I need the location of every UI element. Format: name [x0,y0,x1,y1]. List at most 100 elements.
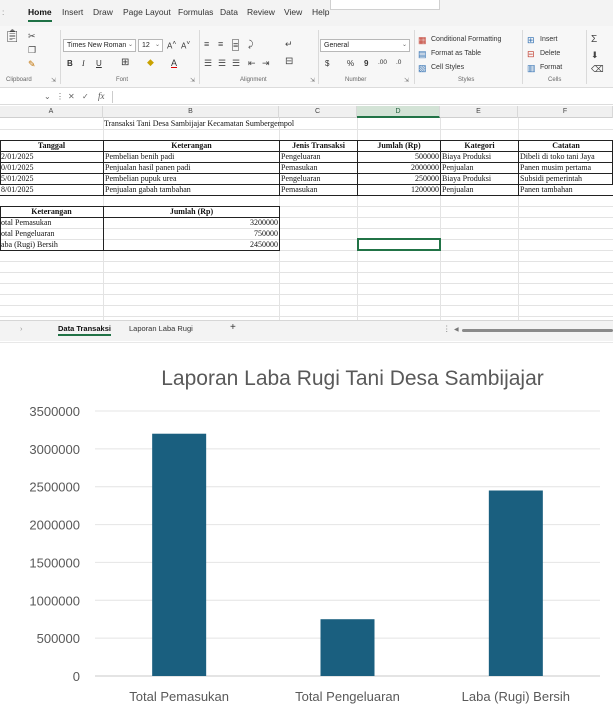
tab-home[interactable]: Home [28,7,52,22]
increase-indent-icon[interactable]: ⇥ [262,58,270,68]
more-options-icon[interactable]: ⋮ [443,324,451,333]
clipboard-launcher-icon[interactable]: ⇲ [51,77,56,84]
wrap-text-icon[interactable]: ↵ [285,39,293,49]
table-cell[interactable]: Pengeluaran [281,151,356,162]
summary-cell[interactable]: aba (Rugi) Bersih [1,239,102,250]
format-cells-button[interactable]: Format [540,64,562,71]
table-cell[interactable]: Penjualan [442,162,517,173]
column-header-b[interactable]: B [103,106,279,118]
active-cell-selection[interactable] [357,238,441,251]
table-cell[interactable]: Pembelian pupuk urea [105,173,278,184]
table-cell[interactable]: Penjualan [442,184,517,195]
conditional-formatting-button[interactable]: Conditional Formatting [431,36,501,43]
name-box-chevron-icon[interactable]: ⌄ [44,92,51,101]
add-sheet-button[interactable]: + [230,322,236,333]
delete-cells-button[interactable]: Delete [540,50,560,57]
summary-cell[interactable]: otal Pemasukan [1,217,102,228]
table-cell[interactable]: Panen tambahan [520,184,613,195]
overflow-icon[interactable]: : [2,7,4,17]
align-middle-icon[interactable]: ≡ [218,39,223,49]
cut-icon[interactable]: ✂ [28,31,36,41]
number-format-select[interactable]: General ⌄ [320,39,410,52]
tab-review[interactable]: Review [247,7,275,17]
table-cell[interactable]: Pembelian benih padi [105,151,278,162]
table-cell[interactable]: 1200000 [358,184,440,195]
tab-draw[interactable]: Draw [93,7,113,17]
table-cell[interactable]: Biaya Produksi [442,151,517,162]
decrease-font-icon[interactable]: A˅ [181,40,190,51]
paste-icon[interactable]: 📋︎ [4,29,21,42]
tab-insert[interactable]: Insert [62,7,83,17]
column-header-f[interactable]: F [518,106,613,118]
table-cell[interactable]: Subsidi pemerintah [520,173,613,184]
fill-icon[interactable]: ⬇ [591,50,599,60]
number-launcher-icon[interactable]: ⇲ [404,77,409,84]
summary-cell[interactable]: 3200000 [104,217,279,228]
enter-icon[interactable]: ✓ [82,92,89,101]
table-header-cell[interactable]: Keterangan [104,140,279,151]
align-left-icon[interactable]: ☰ [204,58,212,68]
title-search-box[interactable] [330,0,440,10]
table-cell[interactable]: 2000000 [358,162,440,173]
decrease-decimal-icon[interactable]: .0 [396,59,401,66]
horizontal-scrollbar[interactable] [462,329,613,332]
tab-help[interactable]: Help [312,7,329,17]
sheet-tab-data-transaksi[interactable]: Data Transaksi [58,324,111,336]
table-cell[interactable]: 5/01/2025 [1,173,102,184]
insert-cells-button[interactable]: Insert [540,36,558,43]
summary-header-cell[interactable]: Keterangan [0,206,103,217]
column-header-c[interactable]: C [279,106,357,118]
autosum-icon[interactable]: Σ [591,35,597,45]
table-header-cell[interactable]: Jumlah (Rp) [358,140,440,151]
align-bottom-icon[interactable]: ≡ [232,39,240,51]
table-cell[interactable]: Biaya Produksi [442,173,517,184]
align-center-icon[interactable]: ☰ [218,58,226,68]
underline-icon[interactable]: U [96,59,102,68]
insert-function-icon[interactable]: fx [98,91,105,101]
font-color-icon[interactable]: A [171,58,177,68]
table-cell[interactable]: Panen musim pertama [520,162,613,173]
orientation-icon[interactable]: ⤸ [248,39,253,49]
table-header-cell[interactable]: Catatan [519,140,613,151]
cell-styles-button[interactable]: Cell Styles [431,64,464,71]
scroll-tabs-left-icon[interactable]: › [20,324,23,333]
percent-icon[interactable]: % [347,59,354,68]
comma-style-icon[interactable]: 9 [364,59,368,68]
column-header-e[interactable]: E [440,106,518,118]
increase-font-icon[interactable]: A˄ [167,40,176,51]
decrease-indent-icon[interactable]: ⇤ [248,58,256,68]
borders-icon[interactable]: ⊞ [121,57,129,68]
clear-icon[interactable]: ⌫ [591,64,604,74]
table-cell[interactable]: 2/01/2025 [1,151,102,162]
summary-cell[interactable]: 750000 [104,228,279,239]
table-header-cell[interactable]: Kategori [441,140,518,151]
table-cell[interactable]: Pengeluaran [281,173,356,184]
table-header-cell[interactable]: Tanggal [0,140,103,151]
copy-icon[interactable]: ❐ [28,45,36,55]
fill-color-icon[interactable]: ◆ [147,57,154,68]
column-header-d[interactable]: D [357,106,440,118]
align-top-icon[interactable]: ≡ [204,39,209,49]
currency-icon[interactable]: $ [325,59,329,68]
scroll-left-icon[interactable]: ◀ [454,326,459,333]
cancel-icon[interactable]: ✕ [68,92,75,101]
more-options-icon[interactable]: ⋮ [56,92,64,101]
format-painter-icon[interactable]: ✎ [28,59,36,69]
format-as-table-button[interactable]: Format as Table [431,50,481,57]
summary-cell[interactable]: 2450000 [104,239,279,250]
table-cell[interactable]: Pemasukan [281,162,356,173]
sheet-title-cell[interactable]: Transaksi Tani Desa Sambijajar Kecamatan… [104,118,364,129]
table-cell[interactable]: Penjualan hasil panen padi [105,162,278,173]
table-cell[interactable]: Pemasukan [281,184,356,195]
table-cell[interactable]: Penjualan gabah tambahan [105,184,278,195]
alignment-launcher-icon[interactable]: ⇲ [310,77,315,84]
font-size-select[interactable]: 12 ⌄ [138,39,163,52]
worksheet-grid[interactable]: Transaksi Tani Desa Sambijajar Kecamatan… [0,118,613,320]
summary-header-cell[interactable]: Jumlah (Rp) [104,206,279,217]
tab-data[interactable]: Data [220,7,238,17]
table-cell[interactable]: 0/01/2025 [1,162,102,173]
summary-cell[interactable]: otal Pengeluaran [1,228,102,239]
bold-icon[interactable]: B [67,59,73,68]
tab-view[interactable]: View [284,7,302,17]
column-header-a[interactable]: A [0,106,103,118]
